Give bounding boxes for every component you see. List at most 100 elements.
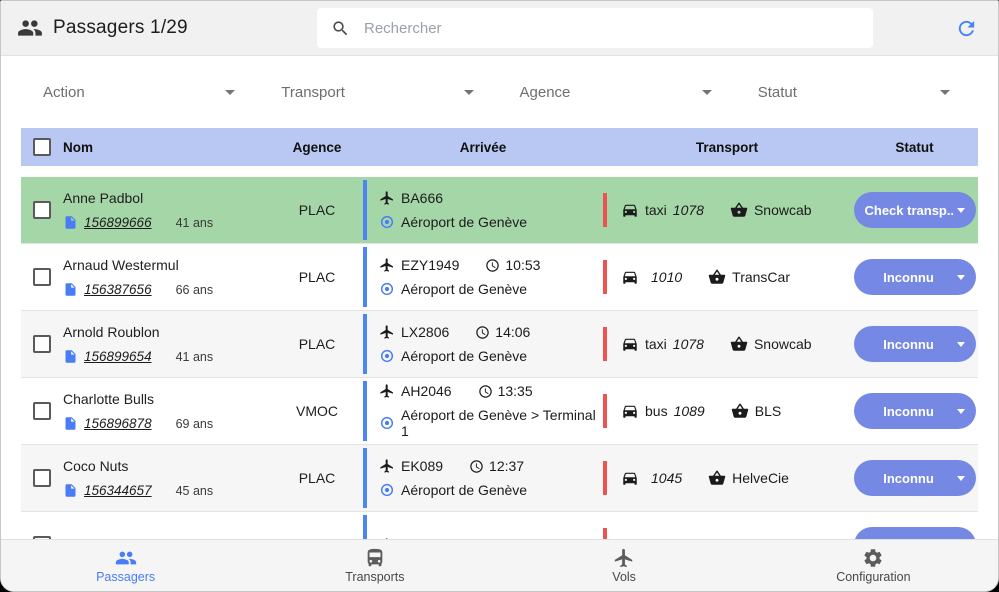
status-cell: Inconnu xyxy=(851,326,978,362)
transport-number: 1078 xyxy=(673,336,704,352)
filter-action[interactable]: Action xyxy=(23,76,261,109)
transport-cell: 1045 HelveCie xyxy=(603,445,851,511)
status-button[interactable]: Inconnu xyxy=(854,393,976,429)
transport-company: BLS xyxy=(755,403,781,419)
bottom-nav: Passagers Transports Vols Configuration xyxy=(1,539,998,591)
file-number-link[interactable]: 156896878 xyxy=(84,416,152,431)
status-button[interactable] xyxy=(854,527,976,539)
row-checkbox[interactable] xyxy=(33,268,51,286)
page-title-block: Passagers 1/29 xyxy=(17,15,317,41)
plane-icon xyxy=(379,324,395,340)
plane-icon xyxy=(379,383,395,399)
passenger-age: 69 ans xyxy=(176,417,214,431)
passenger-row: Charlotte Bulls 156896878 69 ans VMOC AH… xyxy=(21,378,978,445)
row-checkbox[interactable] xyxy=(33,402,51,420)
column-header-nom: Nom xyxy=(63,140,271,155)
caret-down-icon xyxy=(957,342,965,347)
location-line: Aéroport de Genève xyxy=(379,281,603,297)
row-checkbox[interactable] xyxy=(33,201,51,219)
file-line: 156387656 66 ans xyxy=(63,282,271,297)
passenger-age: 45 ans xyxy=(176,484,214,498)
transport-cell xyxy=(603,512,851,539)
basket-icon xyxy=(730,335,748,353)
search-input[interactable] xyxy=(364,20,859,37)
status-button[interactable]: Check transp... xyxy=(854,192,976,228)
select-all-checkbox[interactable] xyxy=(33,138,51,156)
file-number-link[interactable]: 156344657 xyxy=(84,483,152,498)
file-number-link[interactable]: 156899654 xyxy=(84,349,152,364)
status-cell xyxy=(851,527,978,539)
transport-company: TransCar xyxy=(732,269,790,285)
name-cell: Arnaud Westermul 156387656 66 ans xyxy=(63,244,271,310)
row-checkbox[interactable] xyxy=(33,335,51,353)
transport-cell: bus 1089 BLS xyxy=(603,378,851,444)
flight-number: AH2046 xyxy=(401,383,452,399)
filter-action-label: Action xyxy=(43,84,85,101)
vehicle-group: 1045 xyxy=(621,469,682,487)
status-button[interactable]: Inconnu xyxy=(854,460,976,496)
plane-icon xyxy=(379,190,395,206)
company-group: Snowcab xyxy=(730,201,812,219)
chevron-down-icon xyxy=(464,90,474,95)
status-button[interactable]: Inconnu xyxy=(854,259,976,295)
arrival-time-group: 13:35 xyxy=(478,383,533,399)
search-box[interactable] xyxy=(317,8,873,48)
agency-code: PLAC xyxy=(271,269,363,285)
company-group: TransCar xyxy=(708,268,790,286)
arrival-location: Aéroport de Genève xyxy=(401,482,527,498)
basket-icon xyxy=(708,268,726,286)
file-number-link[interactable]: 156387656 xyxy=(84,282,152,297)
nav-transports-label: Transports xyxy=(345,570,404,584)
nav-configuration[interactable]: Configuration xyxy=(749,540,998,591)
flight-number: EZY1949 xyxy=(401,257,459,273)
filter-transport[interactable]: Transport xyxy=(261,76,499,109)
arrival-cell: AH2046 13:35 Aéroport de Genève > Termin… xyxy=(363,378,603,444)
file-number-link[interactable]: 156899666 xyxy=(84,215,152,230)
column-header-agence: Agence xyxy=(271,140,363,155)
location-line: Aéroport de Genève xyxy=(379,348,603,364)
file-line: 156344657 45 ans xyxy=(63,483,271,498)
company-group: Snowcab xyxy=(730,335,812,353)
vehicle-group: taxi 1078 xyxy=(621,335,704,353)
arrival-time: 10:53 xyxy=(505,257,540,273)
location-icon xyxy=(379,482,395,498)
agency-code: PLAC xyxy=(271,470,363,486)
agency-code: VMOC xyxy=(271,403,363,419)
transport-mode: taxi xyxy=(645,336,667,352)
arrival-time: 14:06 xyxy=(495,324,530,340)
passenger-table: Nom Agence Arrivée Transport Statut Anne… xyxy=(21,128,978,539)
filter-bar: Action Transport Agence Statut xyxy=(1,56,998,128)
basket-icon xyxy=(708,469,726,487)
transport-cell: taxi 1078 Snowcab xyxy=(603,311,851,377)
arrival-location: Aéroport de Genève xyxy=(401,348,527,364)
arrival-time: 12:37 xyxy=(489,458,524,474)
passenger-name: Anne Padbol xyxy=(63,190,271,206)
arrival-cell: EK089 12:37 Aéroport de Genève xyxy=(363,445,603,511)
chevron-down-icon xyxy=(225,90,235,95)
nav-passagers[interactable]: Passagers xyxy=(1,540,250,591)
flight-line: LX2806 14:06 xyxy=(379,324,603,340)
passenger-name: Coco Nuts xyxy=(63,458,271,474)
transport-number: 1089 xyxy=(674,403,705,419)
car-icon xyxy=(621,402,639,420)
clock-icon xyxy=(478,384,493,399)
filter-agence[interactable]: Agence xyxy=(500,76,738,109)
name-cell: Coco Nuts 156344657 45 ans xyxy=(63,445,271,511)
flight-line: BA666 xyxy=(379,190,603,206)
name-cell: Anne Padbol 156899666 41 ans xyxy=(63,177,271,243)
transport-company: Snowcab xyxy=(754,336,812,352)
nav-transports[interactable]: Transports xyxy=(250,540,499,591)
filter-statut[interactable]: Statut xyxy=(738,76,976,109)
refresh-button[interactable] xyxy=(951,13,982,44)
row-checkbox[interactable] xyxy=(33,469,51,487)
flight-line: EK089 12:37 xyxy=(379,458,603,474)
passenger-row: Anne Padbol 156899666 41 ans PLAC BA666 xyxy=(21,177,978,244)
status-button[interactable]: Inconnu xyxy=(854,326,976,362)
file-line: 156896878 69 ans xyxy=(63,416,271,431)
column-header-transport: Transport xyxy=(603,140,851,155)
refresh-icon xyxy=(955,17,978,40)
caret-down-icon xyxy=(957,409,965,414)
transport-number: 1078 xyxy=(673,202,704,218)
file-icon xyxy=(63,282,78,297)
nav-vols[interactable]: Vols xyxy=(500,540,749,591)
